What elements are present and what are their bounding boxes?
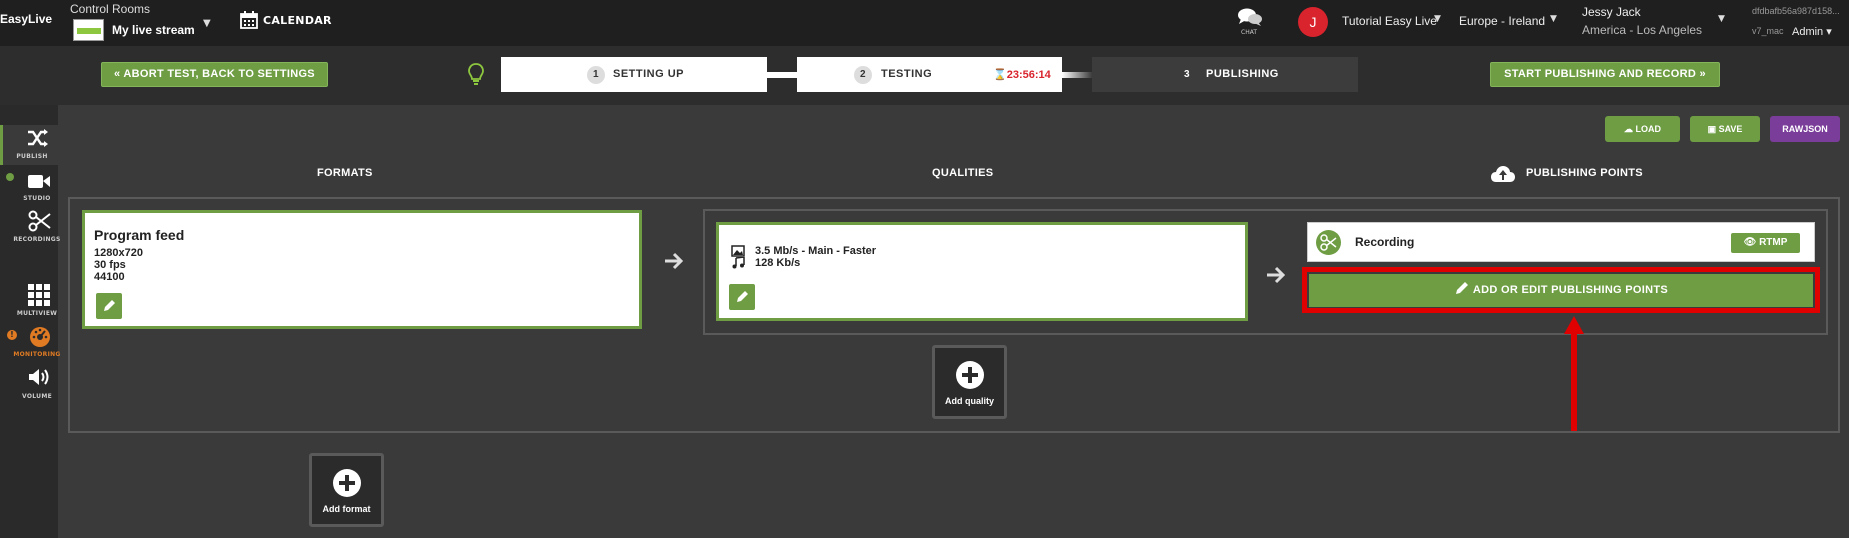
add-pp-label: ADD OR EDIT PUBLISHING POINTS bbox=[1472, 284, 1669, 296]
user-timezone: America - Los Angeles bbox=[1582, 23, 1703, 37]
video-camera-icon bbox=[28, 175, 50, 188]
calendar-link[interactable]: CALENDAR bbox=[263, 14, 332, 27]
red-arrow-annotation bbox=[1564, 316, 1584, 431]
format-card[interactable]: Program feed 1280x720 30 fps 44100 bbox=[82, 210, 642, 329]
start-publishing-button[interactable]: START PUBLISHING AND RECORD » bbox=[1490, 62, 1720, 87]
quality-audio: 128 Kb/s bbox=[755, 257, 801, 269]
caret-down-icon[interactable]: ▼ bbox=[1434, 14, 1441, 24]
abort-label: ABORT TEST, BACK TO SETTINGS bbox=[123, 68, 315, 80]
qualities-heading: QUALITIES bbox=[932, 167, 994, 179]
sidebar-label: RECORDINGS bbox=[13, 236, 61, 243]
add-or-edit-publishing-points-button[interactable]: ADD OR EDIT PUBLISHING POINTS bbox=[1309, 274, 1813, 307]
sidebar-label: VOLUME bbox=[22, 393, 52, 400]
edit-quality-button[interactable] bbox=[729, 284, 755, 310]
step-label: TESTING bbox=[881, 68, 933, 80]
publishing-point-card[interactable]: Recording 👁 RTMP bbox=[1307, 222, 1815, 262]
add-format-label: Add format bbox=[322, 504, 371, 514]
control-rooms-label: Control Rooms bbox=[70, 2, 151, 16]
rtmp-label: RTMP bbox=[1759, 237, 1788, 248]
start-label: START PUBLISHING AND RECORD bbox=[1504, 68, 1697, 80]
format-fps: 30 fps bbox=[94, 259, 126, 271]
sidebar: PUBLISH STUDIO RECORDINGS MULTIVIEW MONI… bbox=[0, 105, 60, 538]
alert-icon: ! bbox=[7, 330, 17, 340]
caret-down-icon[interactable]: ▼ bbox=[1550, 14, 1557, 24]
role-menu[interactable]: Admin ▾ bbox=[1792, 25, 1832, 38]
step-connector bbox=[1062, 72, 1092, 78]
abort-test-button[interactable]: « ABORT TEST, BACK TO SETTINGS bbox=[101, 62, 328, 87]
step-number: 3 bbox=[1178, 66, 1196, 84]
pencil-icon bbox=[1455, 282, 1468, 294]
caret-down-icon[interactable]: ▼ bbox=[203, 18, 211, 29]
live-status-dot bbox=[6, 173, 14, 181]
sidebar-label: PUBLISH bbox=[16, 153, 48, 160]
gauge-icon bbox=[30, 327, 50, 347]
quality-card[interactable]: 3.5 Mb/s - Main - Faster 128 Kb/s bbox=[716, 222, 1248, 321]
sidebar-item-monitoring[interactable]: MONITORING bbox=[0, 323, 60, 363]
calendar-icon[interactable] bbox=[240, 11, 258, 29]
user-name[interactable]: Jessy Jack bbox=[1582, 5, 1641, 19]
music-icon bbox=[732, 257, 745, 269]
logo-text: EasyLive bbox=[0, 12, 53, 26]
save-button[interactable]: ▣ SAVE bbox=[1690, 116, 1760, 142]
step-label: SETTING UP bbox=[613, 68, 685, 80]
shuffle-icon bbox=[28, 129, 48, 147]
sidebar-item-volume[interactable]: VOLUME bbox=[0, 365, 58, 405]
role-label: Admin bbox=[1792, 26, 1824, 38]
version-label: v7_mac bbox=[1752, 26, 1784, 36]
edit-format-button[interactable] bbox=[96, 293, 122, 319]
sidebar-item-publish[interactable]: PUBLISH bbox=[0, 125, 58, 165]
chat-label[interactable]: CHAT bbox=[1241, 29, 1257, 36]
format-title: Program feed bbox=[94, 227, 185, 243]
control-room-selector[interactable]: My live stream bbox=[112, 23, 195, 37]
cloud-upload-icon bbox=[1491, 166, 1515, 182]
image-icon bbox=[731, 245, 745, 257]
add-quality-button[interactable]: Add quality bbox=[932, 345, 1007, 419]
grid-icon bbox=[28, 284, 50, 306]
load-button[interactable]: ☁ LOAD bbox=[1605, 116, 1680, 142]
timer-value: 23:56:14 bbox=[1006, 69, 1051, 81]
plus-icon bbox=[333, 469, 361, 497]
publishing-point-label: Recording bbox=[1355, 235, 1415, 249]
arrow-right-icon bbox=[665, 252, 684, 270]
format-audio-rate: 44100 bbox=[94, 271, 125, 283]
caret-down-icon[interactable]: ▼ bbox=[1718, 14, 1725, 24]
add-format-button[interactable]: Add format bbox=[309, 453, 384, 527]
arrow-right-icon bbox=[1267, 266, 1286, 284]
save-label: SAVE bbox=[1718, 124, 1743, 134]
sidebar-item-recordings[interactable]: RECORDINGS bbox=[0, 208, 60, 248]
sidebar-item-multiview[interactable]: MULTIVIEW bbox=[0, 282, 58, 322]
user-avatar[interactable]: J bbox=[1298, 7, 1328, 37]
step-setting-up[interactable]: 1 SETTING UP bbox=[501, 57, 767, 92]
plus-icon bbox=[956, 361, 984, 389]
scissors-icon bbox=[28, 210, 51, 232]
sidebar-label: MONITORING bbox=[13, 351, 61, 358]
step-connector bbox=[767, 72, 797, 78]
step-number: 1 bbox=[587, 66, 605, 84]
app-logo[interactable]: EasyLive bbox=[0, 12, 54, 30]
speaker-icon bbox=[29, 369, 49, 385]
region-selector[interactable]: Europe - Ireland bbox=[1459, 14, 1545, 28]
recording-icon bbox=[1316, 230, 1341, 255]
load-label: LOAD bbox=[1635, 124, 1662, 134]
lightbulb-icon[interactable] bbox=[468, 63, 484, 85]
sidebar-label: MULTIVIEW bbox=[16, 310, 58, 317]
step-label: PUBLISHING bbox=[1206, 68, 1279, 80]
step-publishing[interactable]: 3 PUBLISHING bbox=[1092, 57, 1358, 92]
format-resolution: 1280x720 bbox=[94, 247, 143, 259]
chat-icon[interactable] bbox=[1237, 7, 1263, 27]
quality-video: 3.5 Mb/s - Main - Faster bbox=[755, 245, 877, 257]
test-timer: ⌛23:56:14 bbox=[993, 69, 1051, 81]
step-number: 2 bbox=[854, 66, 872, 84]
session-id: dfdbafb56a987d158... bbox=[1752, 6, 1840, 16]
rtmp-button[interactable]: 👁 RTMP bbox=[1731, 233, 1800, 253]
sidebar-label: STUDIO bbox=[23, 195, 51, 202]
rawjson-button[interactable]: RAWJSON bbox=[1770, 116, 1840, 142]
organization-selector[interactable]: Tutorial Easy Live bbox=[1342, 14, 1437, 28]
publishing-points-heading: PUBLISHING POINTS bbox=[1526, 167, 1643, 179]
add-quality-label: Add quality bbox=[945, 396, 994, 406]
formats-heading: FORMATS bbox=[317, 167, 373, 179]
pencil-icon bbox=[104, 300, 115, 311]
pencil-icon bbox=[737, 291, 748, 302]
control-room-thumbnail bbox=[73, 19, 104, 41]
